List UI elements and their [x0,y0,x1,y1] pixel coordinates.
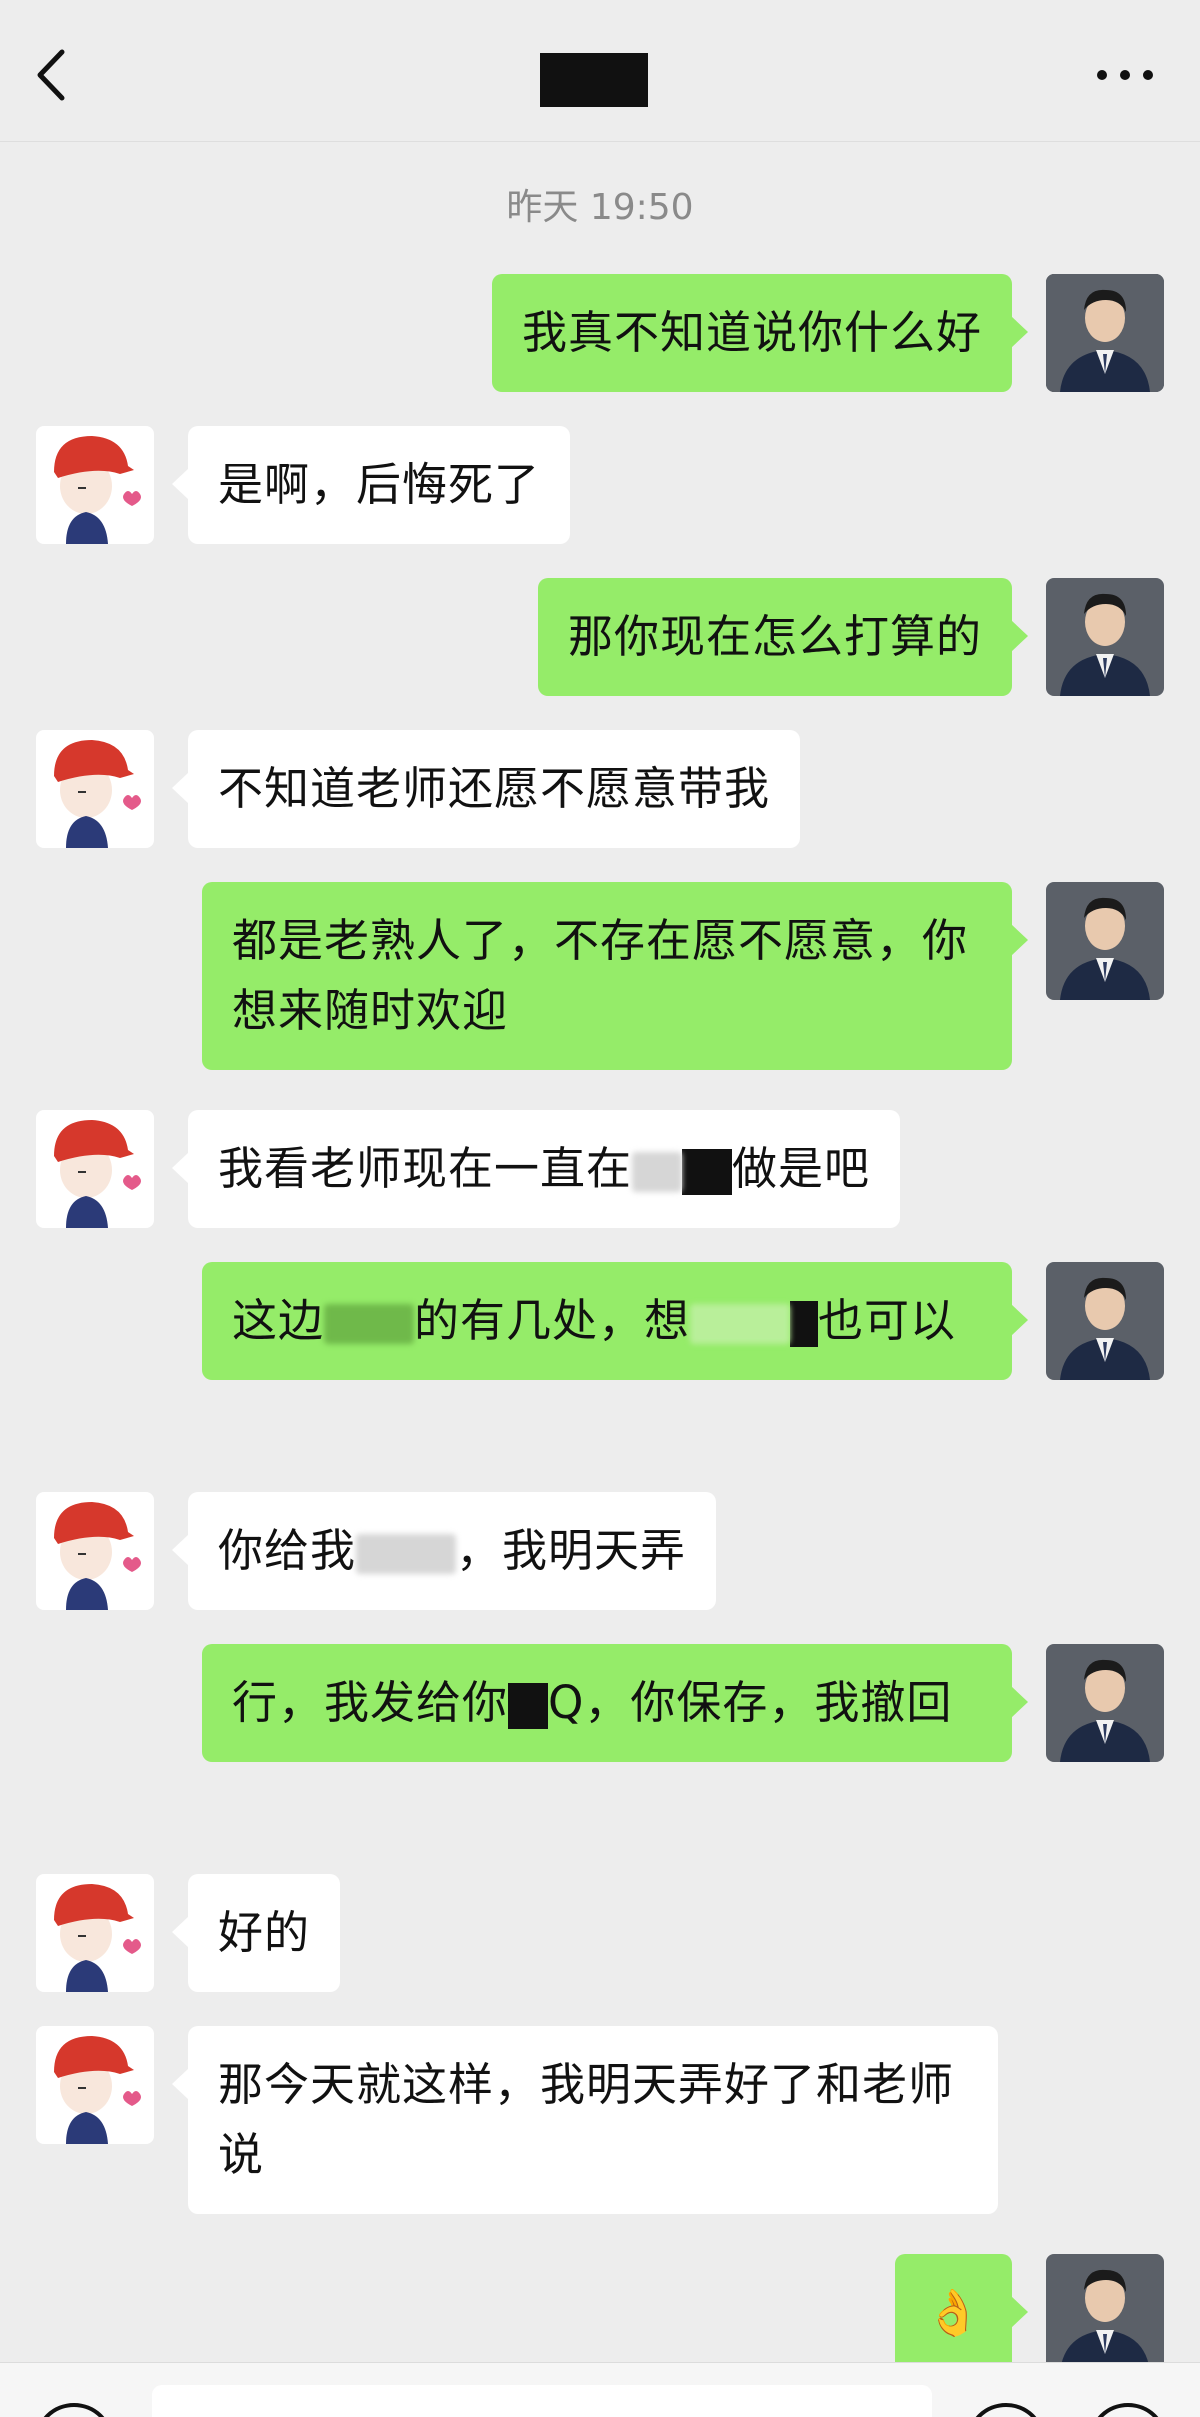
cartoon-avatar-icon [36,1874,154,1992]
chevron-left-icon [37,49,65,101]
avatar[interactable] [1046,274,1164,392]
message-bubble[interactable]: 行，我发给你 Q，你保存，我撤回 [202,1644,1028,1762]
message-text: 做是吧 [732,1142,871,1195]
user-avatar-icon [1046,2254,1164,2372]
message-bubble[interactable]: 我真不知道说你什么好 [491,274,1029,392]
message-text: 这边 [232,1294,325,1347]
user-avatar-icon [1046,274,1164,392]
message-input[interactable] [152,2385,932,2417]
message-bubble[interactable]: 这边 的有几处，想 也可以 [202,1262,1028,1380]
message-text: 我看老师现在一直在 [218,1142,633,1195]
input-toolbar [0,2362,1200,2417]
redacted-block [508,1683,549,1729]
avatar[interactable] [36,1492,154,1610]
redacted-blur [690,1304,791,1344]
user-avatar-icon [1046,1644,1164,1762]
message-bubble[interactable]: 都是老熟人了，不存在愿不愿意，你想来随时欢迎 [202,882,1028,1070]
message-bubble[interactable]: 好的 [171,1874,341,1992]
cartoon-avatar-icon [36,426,154,544]
redacted-blur [356,1534,457,1574]
chat-title-redacted [540,53,648,107]
cartoon-avatar-icon [36,2026,154,2144]
message-text: 你给我 [218,1524,357,1577]
redacted-block [790,1301,819,1347]
avatar[interactable] [36,426,154,544]
avatar[interactable] [36,2026,154,2144]
avatar[interactable] [36,1110,154,1228]
user-avatar-icon [1046,882,1164,1000]
top-nav-bar [0,0,1200,142]
message-bubble[interactable]: 那你现在怎么打算的 [537,578,1029,696]
avatar[interactable] [1046,578,1164,696]
redacted-block [682,1149,733,1195]
emoji-button[interactable] [966,2403,1046,2417]
avatar[interactable] [1046,1262,1164,1380]
message-text: ，我明天弄 [456,1524,687,1577]
redacted-blur [632,1152,683,1192]
avatar[interactable] [36,730,154,848]
message-text: 行，我发给你 [232,1676,509,1729]
cartoon-avatar-icon [36,1110,154,1228]
more-dots-icon [1097,70,1153,80]
message-text: 的有几处，想 [414,1294,691,1347]
avatar[interactable] [1046,1644,1164,1762]
message-bubble[interactable]: 👌 [894,2254,1029,2372]
message-bubble[interactable]: 我看老师现在一直在 做是吧 [171,1110,901,1228]
user-avatar-icon [1046,1262,1164,1380]
avatar[interactable] [36,1874,154,1992]
cartoon-avatar-icon [36,1492,154,1610]
message-bubble[interactable]: 你给我 ，我明天弄 [171,1492,717,1610]
message-bubble[interactable]: 不知道老师还愿不愿意带我 [171,730,801,848]
message-text: 也可以 [818,1294,957,1347]
message-bubble[interactable]: 那今天就这样，我明天弄好了和老师说 [172,2026,998,2214]
redacted-blur [324,1304,415,1344]
more-options-button[interactable] [1090,50,1160,100]
avatar[interactable] [1046,2254,1164,2372]
back-button[interactable] [28,40,78,110]
avatar[interactable] [1046,882,1164,1000]
message-bubble[interactable]: 是啊，后悔死了 [171,426,571,544]
user-avatar-icon [1046,578,1164,696]
more-actions-button[interactable] [1088,2403,1168,2417]
message-text: Q，你保存，我撤回 [548,1676,953,1729]
message-timestamp: 昨天 19:50 [506,187,694,228]
cartoon-avatar-icon [36,730,154,848]
voice-button[interactable] [34,2403,114,2417]
